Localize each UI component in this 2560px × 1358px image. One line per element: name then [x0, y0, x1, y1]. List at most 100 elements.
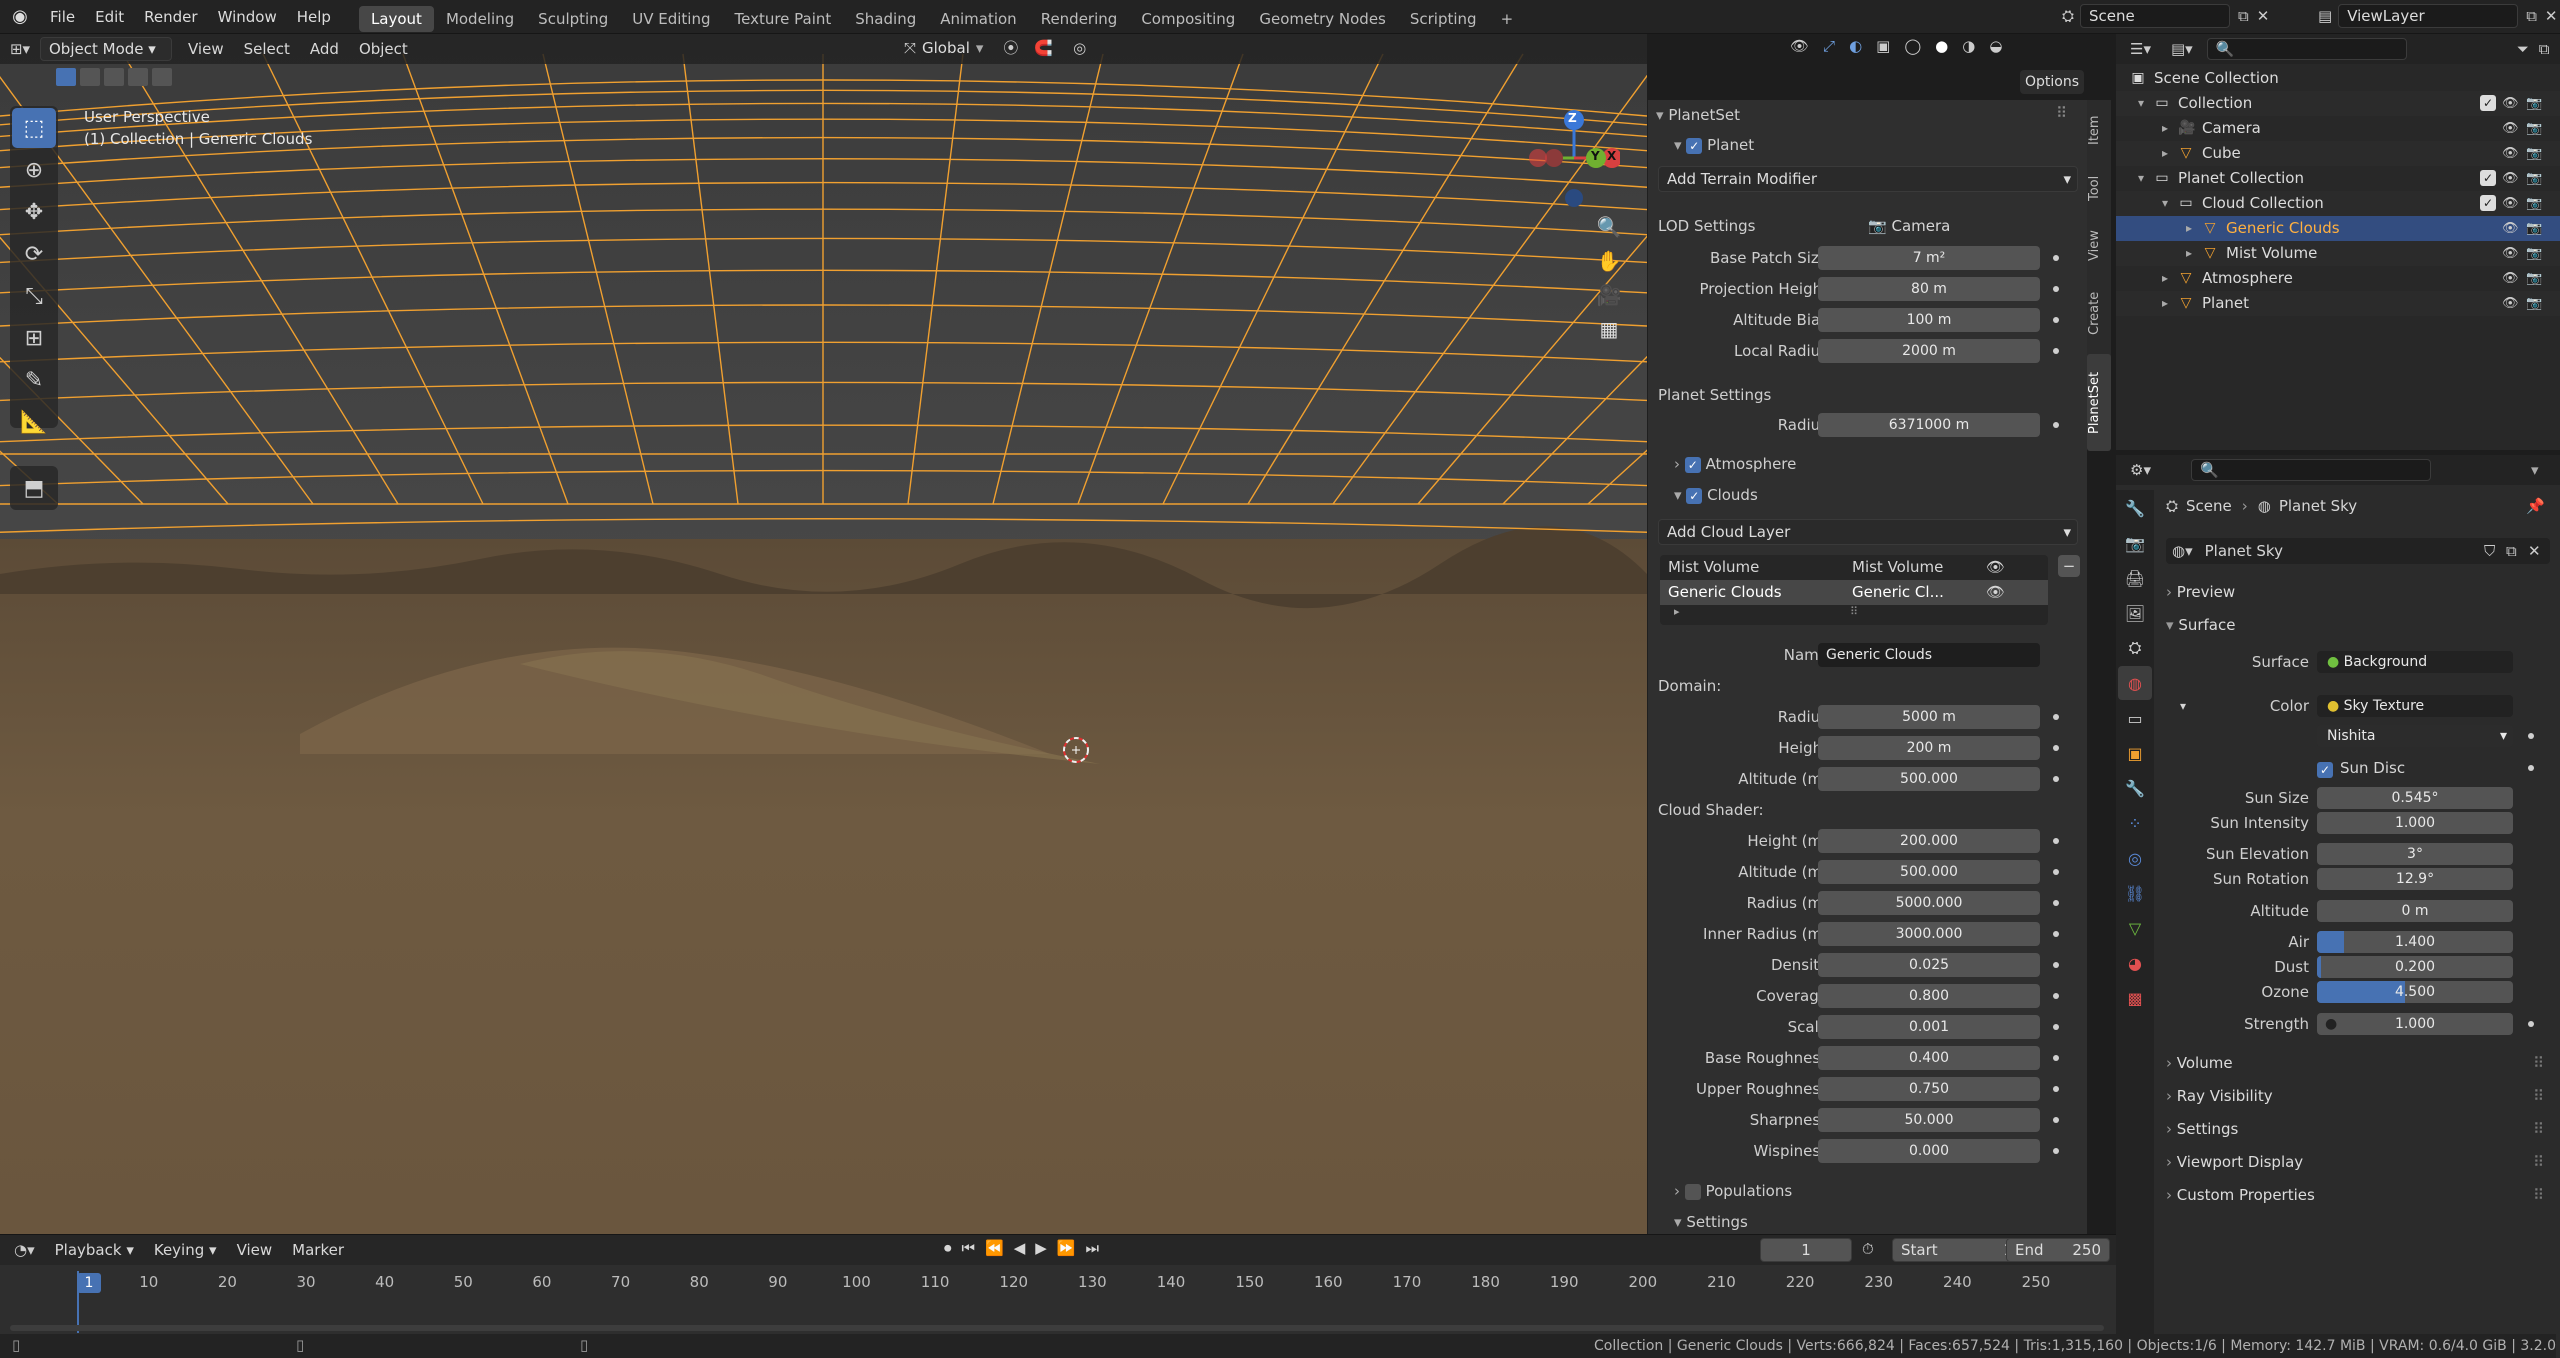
camera-render-icon[interactable]: 📷 [2526, 266, 2542, 291]
keyframe-dot-icon[interactable] [2053, 1024, 2059, 1030]
lod-field[interactable]: 80 m [1818, 277, 2040, 301]
outliner-search-input[interactable]: 🔍 [2206, 38, 2407, 60]
object-mode-dropdown[interactable]: Object Mode ▾ [40, 37, 172, 61]
view-layer-tab-icon[interactable]: 🖼 [2118, 596, 2152, 630]
surface-shader-field[interactable]: ● Background [2317, 651, 2513, 673]
camera-render-icon[interactable]: 📷 [2526, 191, 2542, 216]
sky-param-field[interactable]: 12.9° [2317, 868, 2513, 890]
domain-field[interactable]: 500.000 [1818, 767, 2040, 791]
collection-tab-icon[interactable]: ▭ [2118, 701, 2152, 735]
add-cloud-layer-dropdown[interactable]: Add Cloud Layer ▾ [1658, 519, 2078, 545]
clouds-subpanel[interactable]: ▾ ✓ Clouds [1674, 480, 1758, 510]
drag-handle-icon[interactable]: ⠿ [2533, 1148, 2544, 1176]
sky-param-field[interactable]: 0.545° [2317, 787, 2513, 809]
navigation-gizmo[interactable]: Z Y X [1520, 104, 1622, 214]
measure-tool[interactable]: 📐 [12, 402, 56, 442]
timeline-menu-keying[interactable]: Keying ▾ [144, 1235, 227, 1265]
panel-custom-properties[interactable]: › Custom Properties ⠿ [2166, 1181, 2550, 1209]
duplicate-icon[interactable]: ⧉ [2506, 542, 2517, 560]
drag-handle-icon[interactable]: ⠿ [2533, 1082, 2544, 1110]
expand-arrow-icon[interactable]: ▾ [2138, 91, 2144, 116]
eye-icon[interactable]: 👁 [1986, 555, 2005, 580]
strength-field[interactable]: ● 1.000 [2317, 1013, 2513, 1035]
drag-handle-icon[interactable]: ⠿ [2533, 1049, 2544, 1077]
zoom-icon[interactable]: 🔍 [1592, 210, 1626, 244]
constraints-tab-icon[interactable]: ⛓ [2118, 876, 2152, 910]
keyframe-dot-icon[interactable] [2053, 838, 2059, 844]
chevron-down-icon[interactable]: ▾ [2531, 461, 2539, 479]
material-tab-icon[interactable]: ◕ [2118, 946, 2152, 980]
expand-arrow-icon[interactable]: ▸ [2162, 266, 2168, 291]
keyframe-dot-icon[interactable] [2528, 733, 2534, 739]
timeline-menu-marker[interactable]: Marker [282, 1235, 354, 1265]
add-cube-tool[interactable]: ⬒ [12, 468, 56, 508]
tab-uv-editing[interactable]: UV Editing [620, 6, 722, 32]
remove-cloud-layer-button[interactable]: − [2058, 555, 2080, 577]
preview-panel[interactable]: › Preview [2166, 578, 2550, 606]
shader-field[interactable]: 5000.000 [1818, 891, 2040, 915]
physics-tab-icon[interactable]: ◎ [2118, 841, 2152, 875]
camera-render-icon[interactable]: 📷 [2526, 116, 2542, 141]
eye-icon[interactable]: 👁 [2502, 91, 2519, 116]
texture-tab-icon[interactable]: ▩ [2118, 981, 2152, 1015]
select-intersect-icon[interactable] [152, 68, 172, 86]
cloud-name-field[interactable]: Generic Clouds [1818, 643, 2040, 667]
sky-slider-field[interactable]: 4.500 [2317, 981, 2513, 1003]
keyframe-dot-icon[interactable] [2053, 869, 2059, 875]
tab-sculpting[interactable]: Sculpting [526, 6, 620, 32]
settings-subpanel[interactable]: ▾ Settings [1674, 1207, 1748, 1237]
world-name-field[interactable]: Planet Sky [2205, 542, 2283, 560]
tab-animation[interactable]: Animation [928, 6, 1028, 32]
viewport-menu-add[interactable]: Add [300, 34, 349, 64]
eye-icon[interactable]: 👁 [2502, 291, 2519, 316]
rendered-shading-icon[interactable]: ◒ [1989, 37, 2002, 55]
eye-icon[interactable]: 👁 [2502, 216, 2519, 241]
drag-handle-icon[interactable]: ⠿ [2533, 1115, 2544, 1143]
scale-tool[interactable]: ⤡ [12, 276, 56, 316]
keyframe-dot-icon[interactable] [2053, 348, 2059, 354]
keyframe-dot-icon[interactable] [2528, 765, 2534, 771]
tab-rendering[interactable]: Rendering [1029, 6, 1130, 32]
select-invert-icon[interactable] [128, 68, 148, 86]
keyframe-dot-icon[interactable] [2053, 286, 2059, 292]
start-frame-field[interactable]: Start1 [1892, 1238, 2022, 1262]
cloud-list-item-selected[interactable]: Generic Clouds Generic Cl... 👁 [1660, 580, 2048, 605]
outliner-row[interactable]: ▾ ▭ Collection 👁 📷 ✓ [2116, 91, 2560, 116]
sky-param-field[interactable]: 3° [2317, 843, 2513, 865]
keyframe-dot-icon[interactable] [2053, 714, 2059, 720]
expand-icon[interactable]: ▾ [2180, 692, 2186, 720]
viewport-menu-object[interactable]: Object [349, 34, 418, 64]
timeline-editor-icon[interactable]: ◔▾ [14, 1241, 35, 1259]
keyframe-dot-icon[interactable] [2528, 1021, 2534, 1027]
clouds-checkbox[interactable]: ✓ [1686, 487, 1703, 504]
outliner-row[interactable]: ▸ ▽ Atmosphere 👁 📷 [2116, 266, 2560, 291]
eye-icon[interactable]: 👁 [2502, 266, 2519, 291]
wireframe-shading-icon[interactable]: ◯ [1904, 37, 1921, 55]
keyframe-dot-icon[interactable] [2053, 993, 2059, 999]
timeline-scrollbar[interactable] [10, 1325, 2104, 1331]
outliner-editor-icon[interactable]: ☰▾ [2130, 40, 2151, 58]
exclude-checkbox[interactable]: ✓ [2480, 170, 2496, 186]
panel-drag-icon[interactable]: ⠿ [2056, 104, 2067, 122]
timeline-track[interactable]: 10 20 30 40 50 60 70 80 90 100 110 120 130 140 150 160 1… [0, 1265, 2116, 1335]
display-mode-icon[interactable]: ▤▾ [2171, 40, 2193, 58]
tab-compositing[interactable]: Compositing [1129, 6, 1247, 32]
shader-field[interactable]: 0.025 [1818, 953, 2040, 977]
scene-field[interactable]: Scene [2080, 4, 2231, 28]
tab-scripting[interactable]: Scripting [1398, 6, 1489, 32]
viewlayer-field[interactable]: ViewLayer [2338, 4, 2519, 28]
rotate-tool[interactable]: ⟳ [12, 234, 56, 274]
color-texture-field[interactable]: ● Sky Texture [2317, 695, 2513, 717]
lod-field[interactable]: 7 m² [1818, 246, 2040, 270]
keyframe-dot-icon[interactable] [2053, 1055, 2059, 1061]
populations-checkbox[interactable] [1684, 1183, 1701, 1200]
outliner-row[interactable]: ▸ 🎥 Camera 👁 📷 [2116, 116, 2560, 141]
atmosphere-subpanel[interactable]: › ✓ Atmosphere [1674, 449, 1796, 479]
camera-render-icon[interactable]: 📷 [2526, 291, 2542, 316]
select-box-tool[interactable]: ⬚ [12, 108, 56, 148]
shader-field[interactable]: 0.800 [1818, 984, 2040, 1008]
sky-slider-field[interactable]: 0.200 [2317, 956, 2513, 978]
menu-help[interactable]: Help [287, 0, 341, 34]
populations-subpanel[interactable]: › Populations [1674, 1176, 1792, 1206]
viewlayer-icon[interactable]: ▤ [2318, 7, 2332, 25]
